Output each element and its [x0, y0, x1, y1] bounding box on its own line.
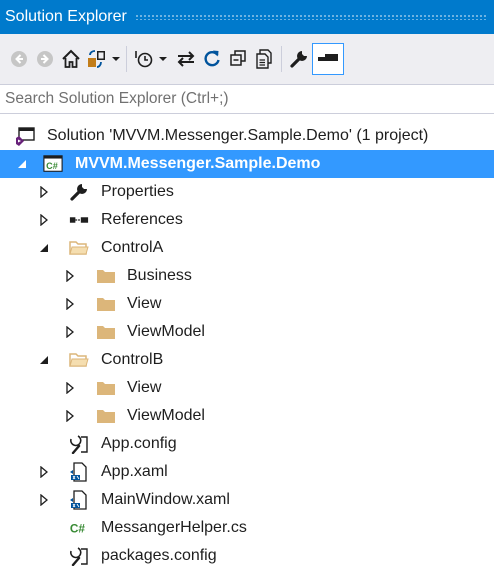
- tree-item-controla[interactable]: ControlA: [0, 234, 494, 262]
- toolbar-separator: [126, 46, 127, 72]
- tree-item-label: ControlB: [101, 351, 164, 368]
- collapsed-arrow-icon[interactable]: [64, 298, 76, 310]
- preview-selected-items-button[interactable]: [312, 43, 344, 75]
- tree-item-view[interactable]: View: [0, 374, 494, 402]
- forward-button[interactable]: [32, 45, 58, 73]
- switch-views-button[interactable]: [84, 45, 110, 73]
- sync-with-active-document-button[interactable]: [173, 45, 199, 73]
- refresh-icon: [204, 50, 220, 67]
- home-button[interactable]: [58, 45, 84, 73]
- tree-item-app-config[interactable]: App.config: [0, 430, 494, 458]
- solution-icon: [15, 126, 35, 146]
- collapsed-arrow-icon[interactable]: [38, 214, 50, 226]
- tree-item-label: MVVM.Messenger.Sample.Demo: [75, 155, 321, 172]
- collapsed-arrow-icon[interactable]: [64, 326, 76, 338]
- folder-icon: [96, 294, 116, 314]
- tree-item-label: MessangerHelper.cs: [101, 519, 247, 536]
- tree-item-business[interactable]: Business: [0, 262, 494, 290]
- open-folder-icon: [69, 350, 89, 370]
- tree-item-view[interactable]: View: [0, 290, 494, 318]
- toolbar: [0, 34, 494, 84]
- window-title: Solution Explorer: [5, 8, 127, 25]
- show-all-files-button[interactable]: [251, 45, 277, 73]
- tree-item-app-xaml[interactable]: App.xaml: [0, 458, 494, 486]
- home-icon: [62, 49, 80, 68]
- expanded-arrow-icon[interactable]: [38, 354, 50, 366]
- tree-item-label: View: [127, 379, 162, 396]
- tree-item-project[interactable]: C# MVVM.Messenger.Sample.Demo: [0, 150, 494, 178]
- expanded-arrow-icon[interactable]: [16, 158, 28, 170]
- collapsed-arrow-icon[interactable]: [38, 466, 50, 478]
- tree-item-packages-config[interactable]: packages.config: [0, 542, 494, 570]
- drag-grip[interactable]: [134, 14, 488, 20]
- tree-item-label: ViewModel: [127, 407, 205, 424]
- folder-icon: [96, 406, 116, 426]
- tree-item-label: MainWindow.xaml: [101, 491, 230, 508]
- tree-item-controlb[interactable]: ControlB: [0, 346, 494, 374]
- svg-text:C#: C#: [46, 161, 58, 171]
- preview-icon: [318, 54, 338, 61]
- tree-item-label: packages.config: [101, 547, 217, 564]
- collapsed-arrow-icon[interactable]: [38, 494, 50, 506]
- tree-item-label: Properties: [101, 183, 174, 200]
- csharp-file-icon: C#: [69, 518, 89, 538]
- tree-item-label: Business: [127, 267, 192, 284]
- collapsed-arrow-icon[interactable]: [64, 382, 76, 394]
- folder-icon: [96, 378, 116, 398]
- tree-item-solution[interactable]: Solution 'MVVM.Messenger.Sample.Demo' (1…: [0, 122, 494, 150]
- pending-changes-icon: [135, 51, 153, 68]
- collapsed-arrow-icon[interactable]: [64, 270, 76, 282]
- show-all-files-icon: [256, 49, 272, 69]
- search-input[interactable]: [0, 85, 494, 113]
- refresh-button[interactable]: [199, 45, 225, 73]
- open-folder-icon: [69, 238, 89, 258]
- tree-item-messanger-helper[interactable]: C# MessangerHelper.cs: [0, 514, 494, 542]
- pending-changes-dropdown[interactable]: [157, 45, 169, 73]
- csharp-project-icon: C#: [43, 154, 63, 174]
- expanded-arrow-icon[interactable]: [38, 242, 50, 254]
- xaml-file-icon: [69, 490, 89, 510]
- tree-item-label: References: [101, 211, 183, 228]
- collapsed-arrow-icon[interactable]: [38, 186, 50, 198]
- collapsed-arrow-icon[interactable]: [64, 410, 76, 422]
- tree-item-viewmodel[interactable]: ViewModel: [0, 402, 494, 430]
- config-file-icon: [69, 434, 89, 454]
- tree-item-label: Solution 'MVVM.Messenger.Sample.Demo' (1…: [47, 127, 429, 144]
- tree-item-label: ControlA: [101, 239, 164, 256]
- wrench-icon: [69, 182, 89, 202]
- collapse-all-icon: [230, 50, 246, 66]
- tree-item-label: App.xaml: [101, 463, 168, 480]
- switch-views-dropdown[interactable]: [110, 45, 122, 73]
- sync-arrows-icon: [177, 51, 195, 67]
- svg-text:C#: C#: [70, 522, 86, 536]
- tree-item-viewmodel[interactable]: ViewModel: [0, 318, 494, 346]
- pending-changes-filter-button[interactable]: [131, 45, 157, 73]
- config-file-icon: [69, 546, 89, 566]
- wrench-icon: [290, 51, 307, 68]
- tree-item-properties[interactable]: Properties: [0, 178, 494, 206]
- switch-views-icon: [88, 50, 105, 68]
- tree-item-references[interactable]: References: [0, 206, 494, 234]
- folder-icon: [96, 266, 116, 286]
- back-button[interactable]: [6, 45, 32, 73]
- xaml-file-icon: [69, 462, 89, 482]
- tree-item-label: App.config: [101, 435, 177, 452]
- properties-button[interactable]: [286, 45, 312, 73]
- tree-item-mainwindow-xaml[interactable]: MainWindow.xaml: [0, 486, 494, 514]
- collapse-all-button[interactable]: [225, 45, 251, 73]
- chevron-down-icon: [112, 56, 120, 61]
- toolbar-separator: [281, 46, 282, 72]
- back-arrow-icon: [11, 51, 27, 67]
- folder-icon: [96, 322, 116, 342]
- title-bar[interactable]: Solution Explorer: [0, 0, 494, 34]
- tree-item-label: View: [127, 295, 162, 312]
- forward-arrow-icon: [37, 51, 53, 67]
- references-icon: [69, 210, 89, 230]
- tree-item-label: ViewModel: [127, 323, 205, 340]
- chevron-down-icon: [159, 56, 167, 61]
- search-box[interactable]: [0, 84, 494, 114]
